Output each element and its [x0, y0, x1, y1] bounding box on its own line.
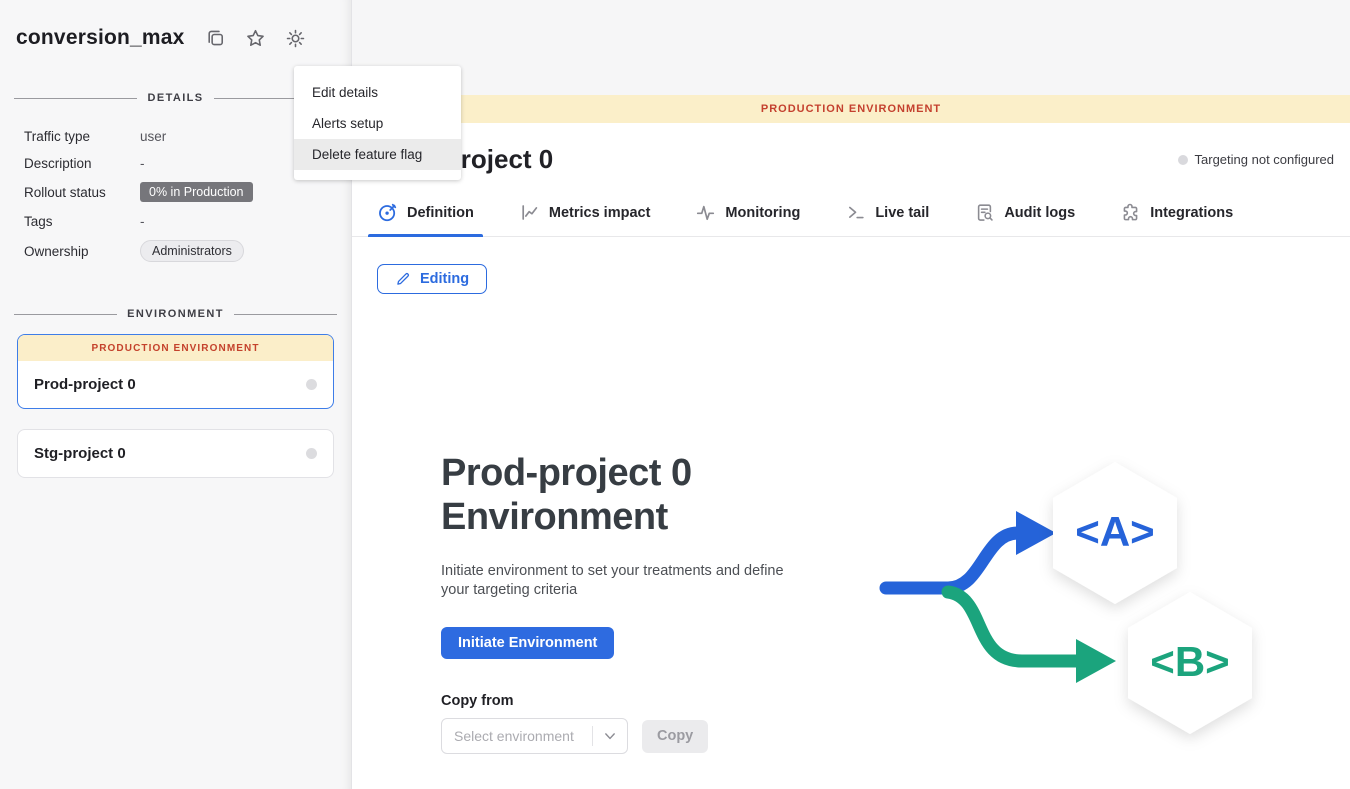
flag-name: conversion_max	[16, 26, 185, 50]
empty-state-description: Initiate environment to set your treatme…	[441, 562, 813, 600]
details-heading: DETAILS	[147, 92, 203, 104]
environment-status-dot	[306, 379, 317, 390]
tab-live-tail[interactable]: Live tail	[845, 202, 929, 236]
targeting-status: Targeting not configured	[1178, 152, 1334, 167]
copy-icon[interactable]	[205, 28, 226, 49]
variant-a-label: <A>	[1075, 508, 1154, 555]
environment-status-dot	[306, 448, 317, 459]
production-environment-banner-text: PRODUCTION ENVIRONMENT	[761, 103, 941, 115]
title-row: Prod-project 0 Targeting not configured	[352, 123, 1350, 175]
detail-row-rollout-status: Rollout status 0% in Production	[24, 182, 335, 202]
environment-section: ENVIRONMENT PRODUCTION ENVIRONMENT Prod-…	[0, 308, 351, 478]
green-branch-path	[948, 592, 1078, 661]
hexagon-a: <A>	[1053, 462, 1177, 604]
detail-row-traffic-type: Traffic type user	[24, 128, 335, 144]
detail-label: Ownership	[24, 244, 140, 259]
detail-value: user	[140, 129, 166, 144]
blue-arrowhead	[1016, 511, 1056, 555]
environment-name: Prod-project 0	[34, 376, 136, 393]
main-area: PRODUCTION ENVIRONMENT Prod-project 0 Ta…	[352, 0, 1350, 789]
divider-line	[14, 314, 117, 315]
targeting-status-label: Targeting not configured	[1195, 152, 1334, 167]
environment-select[interactable]: Select environment	[441, 718, 628, 754]
metrics-chart-icon	[519, 202, 540, 223]
tab-label: Definition	[407, 205, 474, 221]
editing-button-label: Editing	[420, 271, 469, 287]
blue-branch-path	[886, 533, 1020, 588]
detail-value: -	[140, 156, 145, 171]
tab-bar: Definition Metrics impact Monitoring	[352, 202, 1350, 237]
tab-label: Monitoring	[725, 205, 800, 221]
tab-label: Audit logs	[1004, 205, 1075, 221]
detail-label: Traffic type	[24, 129, 140, 144]
copy-from-label: Copy from	[441, 693, 841, 709]
environment-select-placeholder: Select environment	[442, 728, 592, 744]
ownership-pill[interactable]: Administrators	[140, 240, 244, 262]
tab-monitoring[interactable]: Monitoring	[695, 202, 800, 236]
definition-target-icon	[377, 202, 398, 223]
gear-icon[interactable]	[285, 28, 306, 49]
environment-card-stg[interactable]: Stg-project 0	[17, 429, 334, 478]
editing-button[interactable]: Editing	[377, 264, 487, 294]
detail-row-ownership: Ownership Administrators	[24, 240, 335, 262]
divider-line	[234, 314, 337, 315]
rollout-status-badge: 0% in Production	[140, 182, 253, 202]
detail-row-tags: Tags -	[24, 213, 335, 229]
pencil-icon	[395, 271, 411, 287]
integrations-puzzle-icon	[1120, 202, 1141, 223]
tab-integrations[interactable]: Integrations	[1120, 202, 1233, 236]
targeting-status-dot	[1178, 155, 1188, 165]
page: conversion_max DETAILS	[0, 0, 1350, 789]
empty-state-heading: Prod-project 0 Environment	[441, 451, 821, 539]
environment-card-body: Prod-project 0	[18, 361, 333, 408]
copy-button[interactable]: Copy	[642, 720, 708, 753]
production-environment-ribbon: PRODUCTION ENVIRONMENT	[18, 335, 333, 361]
flag-header: conversion_max	[0, 0, 351, 50]
environment-card-prod[interactable]: PRODUCTION ENVIRONMENT Prod-project 0	[17, 334, 334, 409]
live-tail-terminal-icon	[845, 202, 866, 223]
green-arrowhead	[1076, 639, 1116, 683]
menu-item-delete-feature-flag[interactable]: Delete feature flag	[294, 139, 461, 170]
initiate-environment-button[interactable]: Initiate Environment	[441, 627, 614, 659]
detail-label: Description	[24, 156, 140, 171]
star-icon[interactable]	[245, 28, 266, 49]
detail-label: Tags	[24, 214, 140, 229]
tab-metrics-impact[interactable]: Metrics impact	[519, 202, 651, 236]
variant-b-label: <B>	[1150, 638, 1229, 685]
detail-value: -	[140, 214, 145, 229]
detail-label: Rollout status	[24, 185, 140, 200]
tab-label: Live tail	[875, 205, 929, 221]
menu-item-alerts-setup[interactable]: Alerts setup	[294, 108, 461, 139]
hexagon-b: <B>	[1128, 592, 1252, 734]
environment-heading: ENVIRONMENT	[127, 308, 224, 320]
tab-label: Metrics impact	[549, 205, 651, 221]
ab-split-illustration: <A> <B>	[860, 440, 1330, 760]
environment-name: Stg-project 0	[34, 445, 126, 462]
top-spacer	[352, 0, 1350, 95]
main-body: Prod-project 0 Targeting not configured …	[352, 123, 1350, 789]
environment-card-body: Stg-project 0	[18, 430, 333, 477]
menu-item-edit-details[interactable]: Edit details	[294, 77, 461, 108]
divider-line	[14, 98, 137, 99]
copy-from-row: Select environment Copy	[441, 718, 841, 754]
monitoring-pulse-icon	[695, 202, 716, 223]
tab-definition[interactable]: Definition	[377, 202, 474, 236]
production-environment-banner: PRODUCTION ENVIRONMENT	[352, 95, 1350, 123]
tab-audit-logs[interactable]: Audit logs	[974, 202, 1075, 236]
audit-logs-icon	[974, 202, 995, 223]
chevron-down-icon	[593, 729, 627, 743]
flag-actions	[205, 28, 306, 49]
settings-dropdown-menu: Edit details Alerts setup Delete feature…	[294, 66, 461, 180]
detail-row-description: Description -	[24, 155, 335, 171]
tab-label: Integrations	[1150, 205, 1233, 221]
environment-empty-state: Prod-project 0 Environment Initiate envi…	[441, 451, 841, 754]
environment-section-header: ENVIRONMENT	[0, 308, 351, 320]
